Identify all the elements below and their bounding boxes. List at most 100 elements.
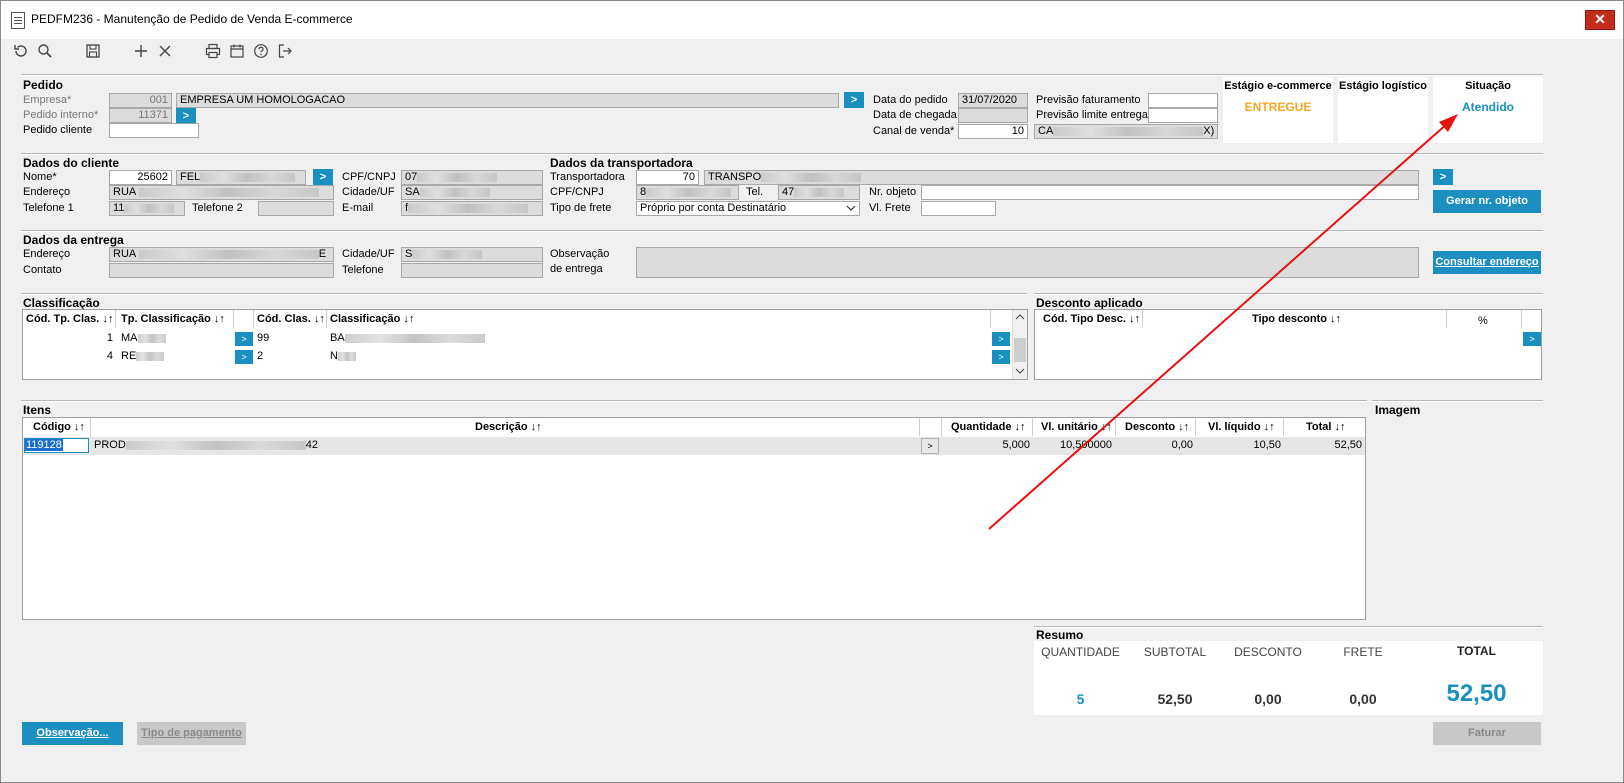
cliente-lookup-button[interactable]: > xyxy=(313,169,333,185)
save-icon[interactable] xyxy=(83,41,103,61)
nr-objeto-field[interactable] xyxy=(921,185,1419,200)
transportadora-code-field[interactable]: 70 xyxy=(636,170,699,185)
row-expand-button[interactable]: > xyxy=(921,438,939,454)
situacao-box: Situação Atendido xyxy=(1433,77,1543,143)
exit-icon[interactable] xyxy=(275,41,295,61)
add-icon[interactable] xyxy=(131,41,151,61)
close-button[interactable]: ✕ xyxy=(1585,10,1615,30)
tel-start: 47 xyxy=(782,186,795,198)
search-icon[interactable] xyxy=(35,41,55,61)
grid-header[interactable]: Tipo desconto ↓↑ xyxy=(1252,313,1341,325)
tp-start: MA xyxy=(121,332,138,344)
tipo-frete-select[interactable]: Próprio por conta Destinatário xyxy=(636,201,860,216)
gerar-objeto-button[interactable]: Gerar nr. objeto xyxy=(1433,190,1541,213)
window-title: PEDFM236 - Manutenção de Pedido de Venda… xyxy=(31,12,353,26)
nome-code-field[interactable]: 25602 xyxy=(109,170,172,185)
empresa-code-field[interactable]: 001 xyxy=(109,93,172,108)
grid-header[interactable]: % xyxy=(1478,315,1488,327)
chevron-down-icon[interactable] xyxy=(1015,366,1025,379)
estagio-logistico-label: Estágio logístico xyxy=(1338,80,1427,92)
chevron-right-icon: > xyxy=(850,94,858,106)
grid-header[interactable]: Classificação ↓↑ xyxy=(330,313,414,325)
estagio-ecommerce-label: Estágio e-commerce xyxy=(1224,80,1332,92)
resumo-subtotal-value: 52,50 xyxy=(1157,691,1193,707)
previsao-limite-label: Previsão limite entrega xyxy=(1036,109,1148,121)
data-chegada-field[interactable] xyxy=(958,108,1028,123)
telefone2-field xyxy=(258,201,334,216)
consultar-endereco-button[interactable]: Consultar endereço xyxy=(1433,251,1541,274)
codigo-cell[interactable]: 119128 xyxy=(24,438,89,453)
grid-header[interactable]: Código ↓↑ xyxy=(33,421,85,433)
pedido-interno-lookup-button[interactable]: > xyxy=(176,108,196,124)
divider xyxy=(919,418,920,436)
blurred-text xyxy=(761,172,862,182)
obs-entrega-label-2: de entrega xyxy=(550,263,603,275)
empresa-lookup-button[interactable]: > xyxy=(844,92,864,108)
tipo-pagamento-button[interactable]: Tipo de pagamento xyxy=(137,722,246,745)
grid-header[interactable]: Quantidade ↓↑ xyxy=(951,421,1026,433)
divider xyxy=(233,310,234,328)
situacao-label: Situação xyxy=(1465,80,1511,92)
row-expand-button[interactable]: > xyxy=(992,332,1010,346)
blurred-text xyxy=(337,351,356,361)
desconto-title: Desconto aplicado xyxy=(1036,296,1143,310)
pedido-cliente-field[interactable] xyxy=(109,123,199,138)
cliente-endereco-field: RUA xyxy=(109,185,334,200)
grid-header[interactable]: Vl. unitário ↓↑ xyxy=(1041,421,1112,433)
divider xyxy=(1372,400,1543,402)
grid-header[interactable]: Cód. Tipo Desc. ↓↑ xyxy=(1043,313,1140,325)
vl-frete-field[interactable] xyxy=(921,201,996,216)
cod-clas-cell: 99 xyxy=(257,332,270,344)
observacao-button[interactable]: Observação... xyxy=(22,722,123,745)
chevron-right-icon: > xyxy=(1439,171,1447,183)
chevron-up-icon[interactable] xyxy=(1015,312,1025,325)
delete-icon[interactable] xyxy=(155,41,175,61)
previsao-faturamento-field[interactable] xyxy=(1148,93,1218,108)
resumo-total-label: TOTAL xyxy=(1457,644,1496,658)
transportadora-label: Transportadora xyxy=(550,171,625,183)
grid-header[interactable]: Descrição ↓↑ xyxy=(475,421,542,433)
undo-icon[interactable] xyxy=(11,41,31,61)
scrollbar-thumb[interactable] xyxy=(1014,338,1026,362)
transportadora-cpf-field: 8 xyxy=(636,185,739,200)
contato-label: Contato xyxy=(23,264,62,276)
grid-header[interactable]: Vl. líquido ↓↑ xyxy=(1208,421,1275,433)
grid-header[interactable]: Tp. Classificação ↓↑ xyxy=(121,313,225,325)
row-expand-button[interactable]: > xyxy=(235,350,253,364)
chevron-right-icon: > xyxy=(241,352,247,362)
cliente-cidade-field: SA xyxy=(401,185,543,200)
calendar-icon[interactable] xyxy=(227,41,247,61)
previsao-limite-field[interactable] xyxy=(1148,108,1218,123)
grid-header[interactable]: Cód. Clas. ↓↑ xyxy=(257,313,325,325)
blurred-text xyxy=(417,172,498,182)
blurred-text xyxy=(138,249,319,259)
canal-venda-code-field[interactable]: 10 xyxy=(958,124,1028,139)
transportadora-lookup-button[interactable]: > xyxy=(1433,169,1453,185)
row-expand-button[interactable]: > xyxy=(992,350,1010,364)
divider xyxy=(21,293,1027,295)
desconto-grid: Cód. Tipo Desc. ↓↑ Tipo desconto ↓↑ % > xyxy=(1034,309,1542,380)
divider xyxy=(253,310,254,328)
obs-entrega-field xyxy=(636,247,1419,278)
faturar-button[interactable]: Faturar xyxy=(1433,722,1541,745)
scrollbar[interactable] xyxy=(1012,310,1027,379)
data-pedido-field[interactable]: 31/07/2020 xyxy=(958,93,1028,108)
help-icon[interactable] xyxy=(251,41,271,61)
grid-header[interactable]: Desconto ↓↑ xyxy=(1125,421,1189,433)
grid-header[interactable]: Cód. Tp. Clas. ↓↑ xyxy=(26,313,113,325)
resumo-desconto-value: 0,00 xyxy=(1254,691,1282,707)
row-expand-button[interactable]: > xyxy=(1523,332,1541,346)
total-cell: 52,50 xyxy=(1334,439,1362,451)
grid-header[interactable]: Total ↓↑ xyxy=(1306,421,1346,433)
blurred-text xyxy=(138,187,319,197)
divider xyxy=(21,74,1543,76)
pedido-interno-field[interactable]: 11371 xyxy=(109,108,172,123)
situacao-value: Atendido xyxy=(1462,100,1514,114)
row-expand-button[interactable]: > xyxy=(235,332,253,346)
print-icon[interactable] xyxy=(203,41,223,61)
chevron-right-icon: > xyxy=(1529,334,1535,344)
quantidade-cell: 5,000 xyxy=(1002,439,1030,451)
table-row[interactable]: 119128 PROD 42 > 5,000 10,500000 0,00 10,… xyxy=(23,437,1365,455)
pedido-interno-label: Pedido interno* xyxy=(23,109,99,121)
divider xyxy=(941,418,942,436)
